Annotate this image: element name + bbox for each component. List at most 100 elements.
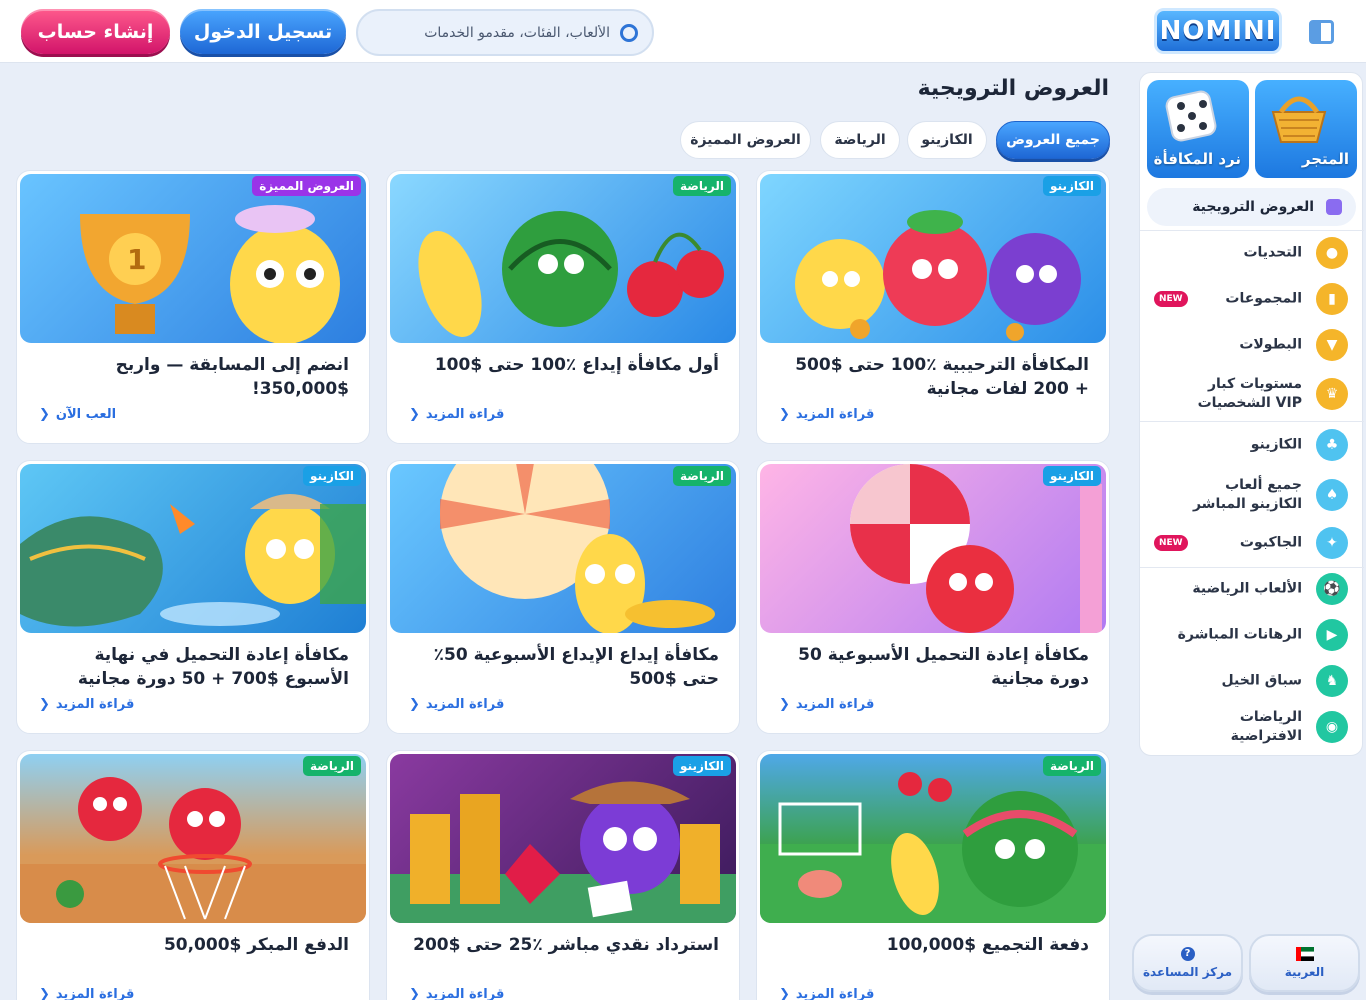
read-more-label: قراءة المزيد	[425, 407, 505, 422]
sidebar-item-label: الرياضات الافتراضية	[1230, 709, 1302, 744]
chevron-left-icon: ❮	[39, 987, 50, 1000]
signup-button[interactable]: إنشاء حساب	[21, 9, 170, 54]
promo-image	[760, 464, 1106, 633]
read-more-link[interactable]: قراءة المزيد ❮	[39, 987, 134, 1000]
sidebar-item-label: سباق الخيل	[1221, 672, 1303, 689]
category-badge: العروض المميزة	[252, 176, 361, 196]
tab-sports[interactable]: الرياضة	[820, 121, 900, 159]
casino-icon: ♣	[1316, 429, 1348, 461]
language-button[interactable]: العربية	[1249, 934, 1360, 992]
sidebar-item-casino[interactable]: ♣ الكازينو	[1140, 423, 1364, 467]
login-button[interactable]: تسجيل الدخول	[180, 9, 346, 54]
promo-card[interactable]: الكازينو مكافأة إعادة التحميل في نهاية ا…	[16, 460, 370, 734]
sidebar-item-label: البطولات	[1239, 336, 1302, 353]
promo-image	[20, 754, 366, 923]
logo-text: NOMINI	[1159, 16, 1277, 46]
help-center-button[interactable]: ? مركز المساعدة	[1132, 934, 1243, 992]
read-more-link[interactable]: قراءة المزيد ❮	[779, 987, 874, 1000]
sidebar-item-sports[interactable]: ⚽ الألعاب الرياضية	[1140, 567, 1364, 611]
promo-card[interactable]: الرياضة دفعة التجميع $100,000 قراءة المز…	[756, 750, 1110, 1000]
chevron-left-icon: ❮	[779, 697, 790, 712]
play-now-label: العب الآن	[55, 407, 117, 422]
category-badge: الرياضة	[673, 176, 731, 196]
sidebar-toggle-icon[interactable]	[1309, 20, 1334, 44]
sidebar-item-live-bets[interactable]: ▶ الرهانات المباشرة	[1140, 613, 1364, 657]
read-more-label: قراءة المزيد	[795, 987, 875, 1000]
sidebar-item-challenges[interactable]: ● التحديات	[1140, 231, 1364, 275]
divider	[1140, 421, 1364, 422]
promo-image	[390, 174, 736, 343]
promo-card[interactable]: الكازينو المكافأة الترحيبية ٪100 حتى $50…	[756, 170, 1110, 444]
promo-image: 1	[20, 174, 366, 343]
sidebar-item-collections[interactable]: ▮ المجموعات NEW	[1140, 277, 1364, 321]
play-now-link[interactable]: العب الآن ❮	[39, 407, 116, 422]
search-icon	[620, 23, 638, 42]
promo-image	[20, 464, 366, 633]
category-badge: الرياضة	[673, 466, 731, 486]
top-bar: NOMINI تسجيل الدخول إنشاء حساب	[0, 0, 1366, 63]
uae-flag-icon	[1295, 947, 1314, 961]
promo-card[interactable]: 1 العروض المميزة انضم إلى المسابقة — وار…	[16, 170, 370, 444]
promo-image	[390, 754, 736, 923]
sidebar-item-live-casino[interactable]: ♠ جميع ألعاب الكازينو المباشر	[1140, 469, 1364, 521]
tab-casino[interactable]: الكازينو	[907, 121, 987, 159]
tab-featured[interactable]: العروض المميزة	[680, 121, 811, 159]
read-more-link[interactable]: قراءة المزيد ❮	[409, 697, 504, 712]
football-icon: ⚽	[1316, 573, 1348, 605]
chevron-left-icon: ❮	[39, 407, 50, 422]
virtual-sport-icon: ◉	[1316, 711, 1348, 743]
promo-title: الدفع المبكر $50,000	[163, 935, 349, 955]
read-more-label: قراءة المزيد	[55, 987, 135, 1000]
promo-card[interactable]: الكازينو استرداد نقدي مباشر ٪25 حتى $200…	[386, 750, 740, 1000]
sidebar-item-horse-racing[interactable]: ♞ سباق الخيل	[1140, 659, 1364, 703]
sidebar-item-label: الرهانات المباشرة	[1177, 626, 1302, 643]
shop-tile-label: المتجر	[1301, 150, 1349, 168]
bonus-dice-tile[interactable]: نرد المكافأة	[1147, 80, 1249, 178]
sidebar-item-label: مستويات كبار الشخصيات VIP	[1197, 376, 1302, 411]
chevron-left-icon: ❮	[39, 697, 50, 712]
category-badge: الكازينو	[1043, 466, 1101, 486]
sidebar-item-label: الألعاب الرياضية	[1192, 580, 1302, 597]
sidebar-item-virtual-sports[interactable]: ◉ الرياضات الافتراضية	[1140, 705, 1364, 749]
promo-title: مكافأة إيداع الإيداع الأسبوعية 50٪ حتى $…	[433, 645, 719, 689]
read-more-link[interactable]: قراءة المزيد ❮	[409, 987, 504, 1000]
read-more-link[interactable]: قراءة المزيد ❮	[39, 697, 134, 712]
read-more-link[interactable]: قراءة المزيد ❮	[409, 407, 504, 422]
sidebar: المتجر نرد المكافأة العروض الترويجية ● ا…	[1139, 72, 1364, 756]
jackpot-icon: ✦	[1316, 527, 1348, 559]
help-icon: ?	[1180, 947, 1195, 961]
promo-card[interactable]: الكازينو مكافأة إعادة التحميل الأسبوعية …	[756, 460, 1110, 734]
promo-card[interactable]: الرياضة الدفع المبكر $50,000 قراءة المزي…	[16, 750, 370, 1000]
sidebar-item-tournaments[interactable]: ▼ البطولات	[1140, 323, 1364, 367]
sidebar-item-jackpot[interactable]: ✦ الجاكبوت NEW	[1140, 521, 1364, 565]
category-badge: الكازينو	[303, 466, 361, 486]
tab-all-offers[interactable]: جميع العروض	[996, 121, 1110, 159]
read-more-link[interactable]: قراءة المزيد ❮	[779, 407, 874, 422]
promo-card[interactable]: الرياضة أول مكافأة إيداع ٪100 حتى $100 ق…	[386, 170, 740, 444]
basket-icon	[1271, 96, 1327, 143]
category-badge: الرياضة	[303, 756, 361, 776]
category-badge: الرياضة	[1043, 756, 1101, 776]
category-badge: الكازينو	[673, 756, 731, 776]
logo[interactable]: NOMINI	[1154, 8, 1282, 54]
sidebar-item-vip[interactable]: ♛ مستويات كبار الشخصيات VIP	[1140, 369, 1364, 419]
sidebar-item-label: الجاكبوت	[1239, 534, 1302, 551]
filter-tabs: جميع العروض الكازينو الرياضة العروض المم…	[680, 121, 1110, 159]
search-bar[interactable]	[356, 9, 654, 56]
horse-icon: ♞	[1316, 665, 1348, 697]
sidebar-item-promotions[interactable]: العروض الترويجية	[1147, 188, 1356, 226]
read-more-label: قراءة المزيد	[425, 987, 505, 1000]
read-more-link[interactable]: قراءة المزيد ❮	[779, 697, 874, 712]
promo-card[interactable]: الرياضة مكافأة إيداع الإيداع الأسبوعية 5…	[386, 460, 740, 734]
promo-image	[390, 464, 736, 633]
bonus-dice-tile-label: نرد المكافأة	[1153, 150, 1241, 168]
language-label: العربية	[1284, 965, 1325, 979]
search-input[interactable]	[390, 24, 610, 41]
promo-image	[760, 754, 1106, 923]
read-more-label: قراءة المزيد	[425, 697, 505, 712]
sidebar-item-label: العروض الترويجية	[1192, 199, 1314, 215]
dice-icon	[1165, 90, 1217, 142]
new-badge: NEW	[1154, 535, 1188, 551]
chevron-left-icon: ❮	[409, 987, 420, 1000]
shop-tile[interactable]: المتجر	[1255, 80, 1357, 178]
